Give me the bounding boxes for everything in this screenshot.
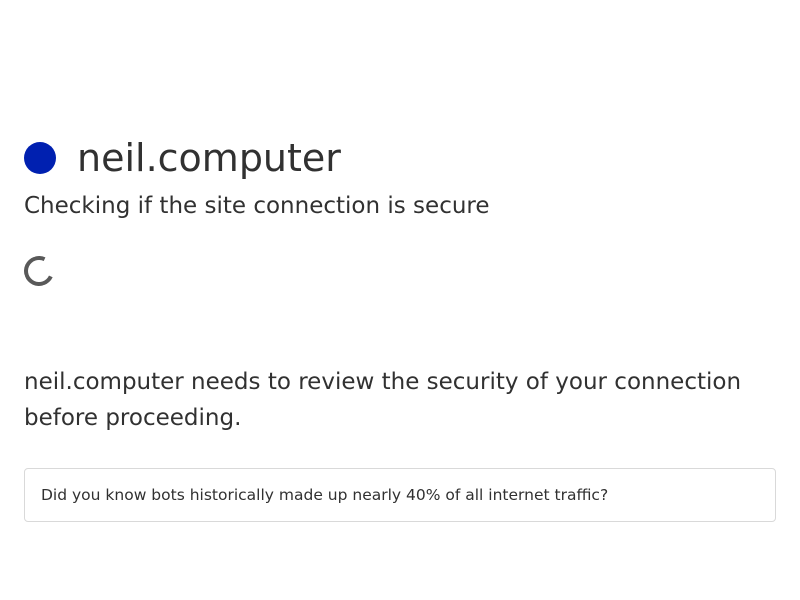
info-box: Did you know bots historically made up n… [24,468,776,522]
status-heading: Checking if the site connection is secur… [24,193,490,219]
site-favicon-icon [24,142,56,174]
info-text: Did you know bots historically made up n… [41,486,609,504]
challenge-page: neil.computer Checking if the site conne… [0,0,800,600]
site-title: neil.computer [77,136,341,180]
security-review-message: neil.computer needs to review the securi… [24,369,742,431]
loading-spinner-icon [19,251,59,291]
site-header: neil.computer [24,134,341,182]
